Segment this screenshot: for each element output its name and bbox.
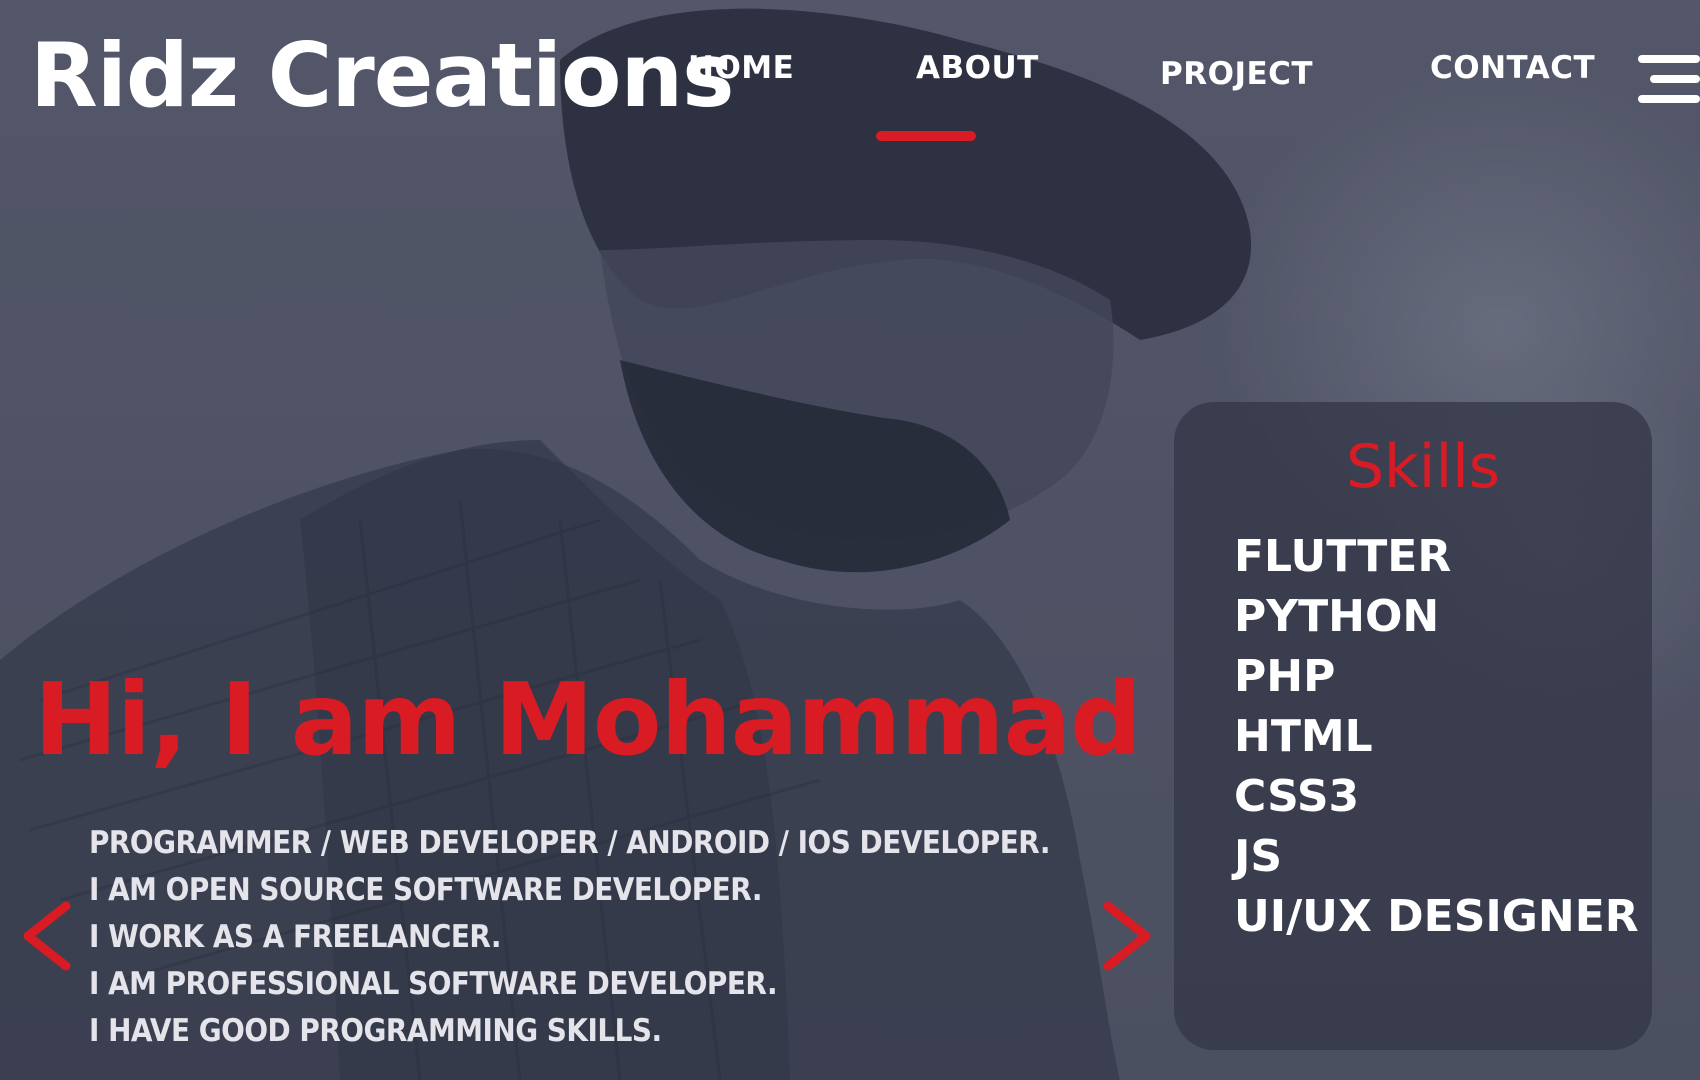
- description-line: I HAVE GOOD PROGRAMMING SKILLS.: [89, 1013, 662, 1049]
- active-nav-indicator: [876, 131, 976, 141]
- skills-card: Skills FLUTTER PYTHON PHP HTML CSS3 JS U…: [1174, 402, 1652, 1050]
- skill-item: JS: [1234, 831, 1283, 882]
- skill-item: HTML: [1234, 711, 1373, 762]
- site-logo[interactable]: Ridz Creations: [30, 27, 735, 125]
- chevron-right-icon[interactable]: [1098, 900, 1158, 972]
- description-line: I WORK AS A FREELANCER.: [89, 919, 502, 955]
- skill-item: PYTHON: [1234, 591, 1440, 642]
- description-line: I AM PROFESSIONAL SOFTWARE DEVELOPER.: [89, 966, 778, 1002]
- chevron-left-icon[interactable]: [16, 900, 76, 972]
- hero-title: Hi, I am Mohammad: [34, 661, 1142, 778]
- skills-list: FLUTTER PYTHON PHP HTML CSS3 JS UI/UX DE…: [1234, 527, 1639, 947]
- description-line: PROGRAMMER / WEB DEVELOPER / ANDROID / I…: [89, 825, 1050, 861]
- nav-item-project[interactable]: PROJECT: [1160, 56, 1313, 92]
- nav-item-contact[interactable]: CONTACT: [1430, 50, 1595, 86]
- skill-item: FLUTTER: [1234, 531, 1452, 582]
- nav-item-home[interactable]: HOME: [688, 50, 794, 86]
- skill-item: PHP: [1234, 651, 1336, 702]
- nav-item-about[interactable]: ABOUT: [916, 50, 1039, 86]
- hero-description: PROGRAMMER / WEB DEVELOPER / ANDROID / I…: [89, 820, 1050, 1055]
- description-line: I AM OPEN SOURCE SOFTWARE DEVELOPER.: [89, 872, 762, 908]
- skill-item: UI/UX DESIGNER: [1234, 891, 1639, 942]
- hamburger-menu-icon[interactable]: [1638, 55, 1700, 105]
- skills-title: Skills: [1345, 432, 1501, 502]
- skill-item: CSS3: [1234, 771, 1360, 822]
